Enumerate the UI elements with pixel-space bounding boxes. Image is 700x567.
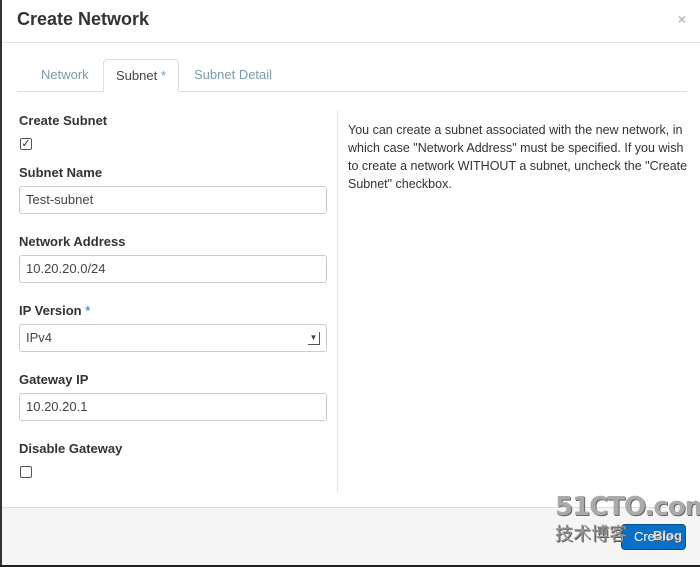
create-subnet-label: Create Subnet bbox=[19, 113, 108, 128]
network-address-input[interactable]: 10.20.20.0/24 bbox=[19, 255, 327, 283]
disable-gateway-checkbox[interactable] bbox=[20, 466, 32, 478]
tab-subnet-detail[interactable]: Subnet Detail bbox=[182, 59, 284, 92]
chevron-down-icon: ▼ bbox=[308, 332, 320, 345]
dialog-title: Create Network bbox=[17, 9, 150, 29]
gateway-ip-label: Gateway IP bbox=[19, 372, 89, 387]
required-marker: * bbox=[160, 68, 166, 83]
create-subnet-checkbox[interactable]: ✓ bbox=[20, 138, 32, 150]
gateway-ip-input[interactable]: 10.20.20.1 bbox=[19, 393, 327, 421]
tab-label: Subnet bbox=[116, 68, 158, 83]
dialog-footer: Create bbox=[2, 507, 700, 565]
ip-version-label-text: IP Version bbox=[19, 303, 82, 318]
tab-label: Subnet Detail bbox=[194, 67, 273, 82]
create-network-dialog: Create Network × Network Subnet * Subnet… bbox=[0, 0, 700, 565]
column-divider bbox=[337, 110, 338, 492]
required-marker: * bbox=[85, 303, 91, 318]
ip-version-label: IP Version * bbox=[19, 303, 90, 318]
help-text: You can create a subnet associated with … bbox=[348, 123, 688, 191]
ip-version-select[interactable]: IPv4 ▼ bbox=[19, 324, 327, 352]
network-address-label: Network Address bbox=[19, 234, 126, 249]
dialog-header: Create Network × bbox=[2, 0, 700, 43]
tab-subnet[interactable]: Subnet * bbox=[103, 59, 179, 92]
tab-label: Network bbox=[41, 67, 89, 82]
disable-gateway-label: Disable Gateway bbox=[19, 441, 123, 456]
tab-bar: Network Subnet * Subnet Detail bbox=[17, 59, 687, 92]
ip-version-value: IPv4 bbox=[26, 330, 53, 345]
close-icon[interactable]: × bbox=[678, 11, 686, 27]
subnet-name-label: Subnet Name bbox=[19, 165, 103, 180]
create-button[interactable]: Create bbox=[620, 524, 686, 550]
tab-network[interactable]: Network bbox=[29, 59, 101, 92]
subnet-name-input[interactable]: Test-subnet bbox=[19, 186, 327, 214]
